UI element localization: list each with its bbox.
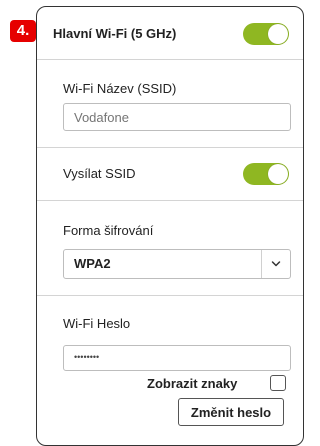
select-separator [261, 250, 262, 278]
encryption-label: Forma šifrování [63, 223, 154, 238]
password-label: Wi-Fi Heslo [63, 316, 131, 331]
divider [37, 295, 303, 296]
ssid-label: Wi-Fi Název (SSID) [63, 81, 177, 96]
wifi-settings-panel: Hlavní Wi-Fi (5 GHz) Wi-Fi Název (SSID) … [36, 6, 304, 446]
show-characters-label: Zobrazit znaky [147, 376, 238, 391]
toggle-knob [268, 24, 288, 44]
ssid-input[interactable] [63, 103, 291, 131]
divider [37, 200, 303, 201]
toggle-knob [268, 164, 288, 184]
password-masked-value: •••••••• [74, 352, 100, 362]
encryption-select[interactable]: WPA2 [63, 249, 291, 279]
step-badge: 4. [10, 20, 36, 42]
change-password-button[interactable]: Změnit heslo [178, 398, 284, 426]
show-characters-checkbox[interactable] [270, 375, 286, 391]
broadcast-ssid-toggle[interactable] [243, 163, 289, 185]
panel-title: Hlavní Wi-Fi (5 GHz) [53, 26, 177, 41]
main-wifi-toggle[interactable] [243, 23, 289, 45]
chevron-down-icon [271, 261, 281, 267]
divider [37, 147, 303, 148]
broadcast-ssid-label: Vysílat SSID [63, 166, 136, 181]
password-input[interactable]: •••••••• [63, 345, 291, 371]
divider [37, 59, 303, 60]
encryption-selected-value: WPA2 [74, 256, 111, 271]
